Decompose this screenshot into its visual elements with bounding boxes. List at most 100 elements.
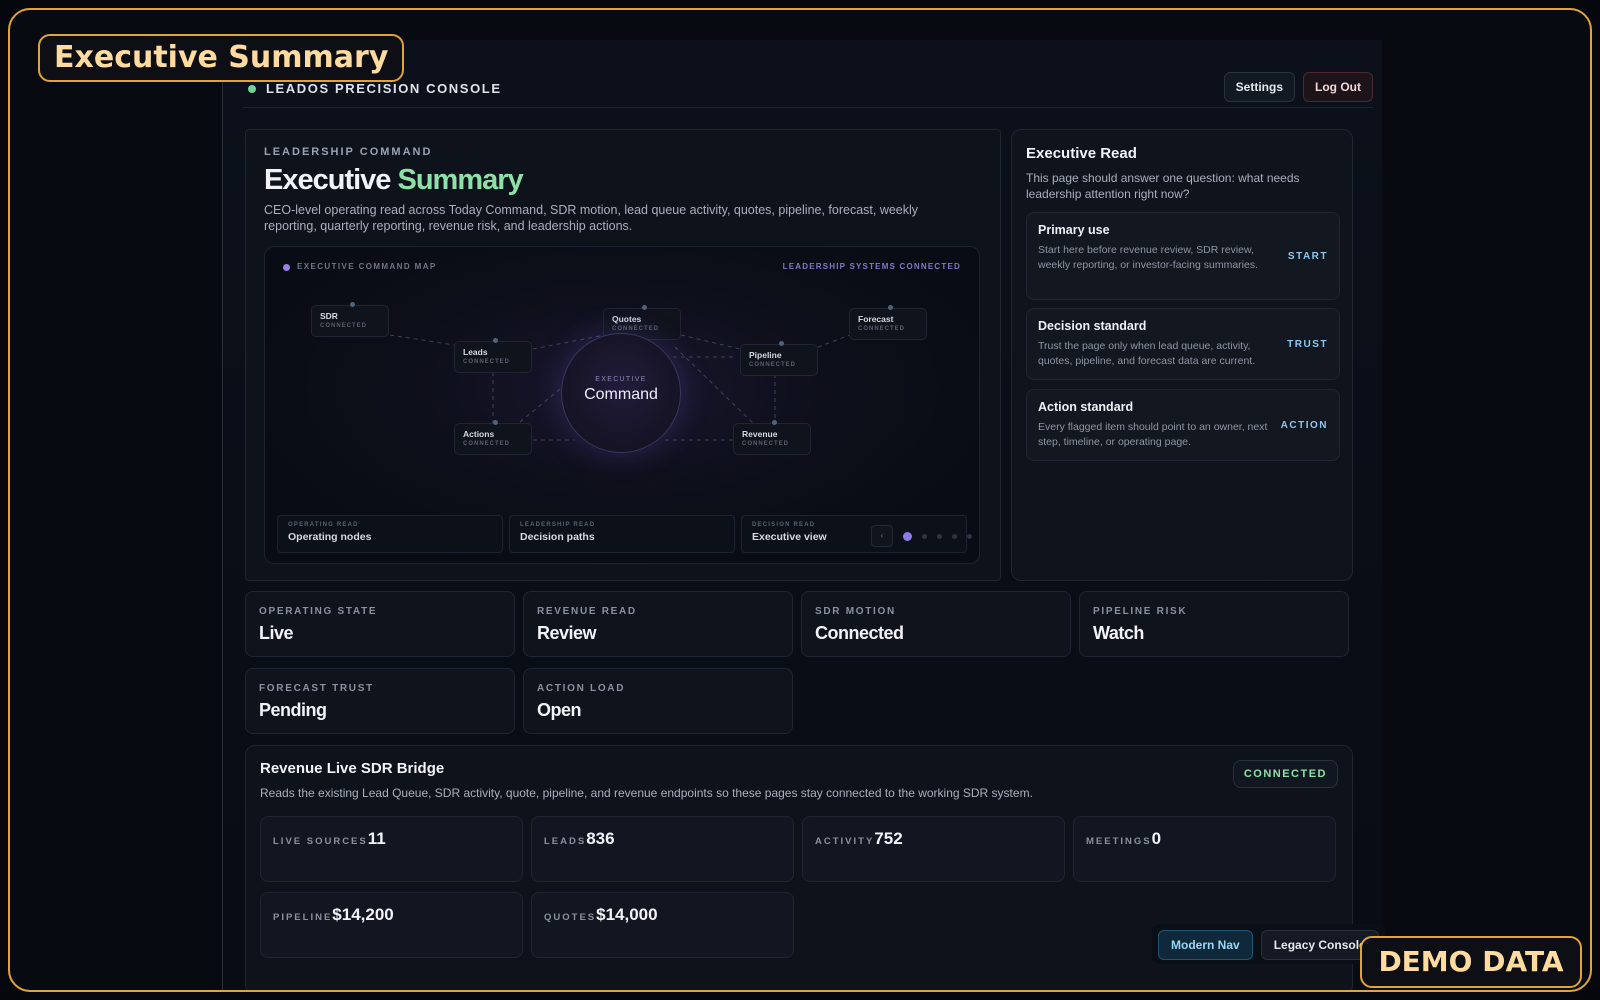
logout-button[interactable]: Log Out: [1303, 72, 1373, 102]
hero-eyebrow: LEADERSHIP COMMAND: [264, 146, 433, 158]
stat-value: Live: [259, 623, 294, 643]
metric-value: 836: [586, 829, 615, 848]
app-shell: LEADOS PRECISION CONSOLE Settings Log Ou…: [222, 40, 1382, 990]
map-node-forecast[interactable]: Forecast CONNECTED: [849, 305, 927, 340]
pager-dot[interactable]: [937, 533, 942, 539]
node-name: Actions: [463, 429, 495, 439]
footer-label: LEADERSHIP READ: [520, 522, 596, 528]
stat-revenue-read: REVENUE READ Review: [523, 591, 793, 657]
overlay-title-badge: Executive Summary: [38, 34, 405, 82]
card-action-standard[interactable]: Action standard Every flagged item shoul…: [1026, 389, 1340, 461]
metric-value: 752: [874, 829, 903, 848]
node-status: CONNECTED: [463, 441, 511, 447]
card-tag: TRUST: [1287, 339, 1328, 350]
node-anchor: [493, 420, 498, 425]
metric-value: $14,200: [332, 905, 394, 924]
read-description: This page should answer one question: wh…: [1026, 171, 1300, 201]
stat-label: FORECAST TRUST: [259, 683, 374, 694]
top-actions: Settings Log Out: [1223, 72, 1373, 102]
page-title: Executive Summary: [264, 164, 524, 197]
status-dot-icon: [248, 84, 256, 93]
metric-activity: ACTIVITY752: [802, 816, 1065, 882]
core-label: EXECUTIVE: [595, 376, 647, 383]
card-title: Action standard: [1038, 400, 1134, 414]
card-title: Decision standard: [1038, 319, 1147, 333]
map-footer-leadership: LEADERSHIP READ Decision paths: [509, 515, 735, 553]
stat-action-load: ACTION LOAD Open: [523, 668, 793, 734]
brand-name: LEADOS PRECISION CONSOLE: [266, 81, 502, 96]
node-name: Pipeline: [749, 350, 782, 360]
card-decision-standard[interactable]: Decision standard Trust the page only wh…: [1026, 308, 1340, 380]
node-anchor: [493, 338, 498, 343]
page-title-accent: Summary: [397, 164, 523, 196]
pager-dot[interactable]: [952, 533, 957, 539]
metric-quotes: QUOTES$14,000: [531, 892, 794, 958]
map-node-revenue[interactable]: Revenue CONNECTED: [733, 420, 811, 455]
map-node-pipeline[interactable]: Pipeline CONNECTED: [740, 341, 818, 376]
top-bar: LEADOS PRECISION CONSOLE Settings Log Ou…: [243, 70, 1373, 108]
stat-label: OPERATING STATE: [259, 606, 378, 617]
metric-label: ACTIVITY: [815, 836, 875, 847]
node-anchor: [642, 305, 647, 310]
stat-value: Watch: [1093, 623, 1144, 643]
nav-switcher: Modern Nav Legacy Console: [1152, 924, 1385, 964]
stat-label: SDR MOTION: [815, 606, 896, 617]
node-status: CONNECTED: [612, 326, 660, 332]
pager-dot[interactable]: [967, 533, 972, 539]
card-primary-use[interactable]: Primary use Start here before revenue re…: [1026, 212, 1340, 300]
node-anchor: [888, 305, 893, 310]
map-core-command[interactable]: EXECUTIVE Command: [561, 333, 681, 453]
card-tag: START: [1287, 251, 1328, 262]
stat-value: Review: [537, 623, 597, 643]
map-node-actions[interactable]: Actions CONNECTED: [454, 420, 532, 455]
card-body: Every flagged item should point to an ow…: [1038, 421, 1268, 448]
node-status: CONNECTED: [858, 326, 906, 332]
footer-value: Decision paths: [520, 531, 595, 543]
demo-data-badge: DEMO DATA: [1360, 936, 1582, 988]
node-name: Revenue: [742, 429, 778, 439]
stat-label: ACTION LOAD: [537, 683, 626, 694]
metric-label: LEADS: [544, 836, 587, 847]
node-status: CONNECTED: [749, 362, 797, 368]
metric-leads: LEADS836: [531, 816, 794, 882]
bridge-title: Revenue Live SDR Bridge: [260, 760, 445, 777]
card-body: Start here before revenue review, SDR re…: [1038, 244, 1258, 271]
executive-read-panel: Executive Read This page should answer o…: [1011, 129, 1353, 581]
node-anchor: [779, 341, 784, 346]
pager-prev-button[interactable]: ‹: [871, 525, 893, 547]
map-node-sdr[interactable]: SDR CONNECTED: [311, 302, 389, 337]
pager-dot[interactable]: [903, 531, 912, 541]
map-pager: ‹: [871, 525, 972, 547]
map-node-leads[interactable]: Leads CONNECTED: [454, 338, 532, 373]
window-frame: LEADOS PRECISION CONSOLE Settings Log Ou…: [8, 8, 1592, 992]
node-status: CONNECTED: [742, 441, 790, 447]
modern-nav-button[interactable]: Modern Nav: [1158, 930, 1253, 960]
stat-value: Pending: [259, 700, 327, 720]
hero-panel: LEADERSHIP COMMAND Executive Summary CEO…: [245, 129, 1001, 581]
node-name: Quotes: [612, 314, 642, 324]
metric-meetings: MEETINGS0: [1073, 816, 1336, 882]
page-title-main: Executive: [264, 164, 391, 196]
node-status: CONNECTED: [463, 359, 511, 365]
settings-button[interactable]: Settings: [1223, 72, 1296, 102]
map-footer-operating: OPERATING READ Operating nodes: [277, 515, 503, 553]
stat-pipeline-risk: PIPELINE RISK Watch: [1079, 591, 1349, 657]
metric-label: PIPELINE: [273, 912, 333, 923]
stat-label: PIPELINE RISK: [1093, 606, 1188, 617]
stat-value: Open: [537, 700, 582, 720]
card-title: Primary use: [1038, 223, 1110, 237]
card-body: Trust the page only when lead queue, act…: [1038, 340, 1256, 367]
status-badge: CONNECTED: [1232, 760, 1338, 788]
metric-label: LIVE SOURCES: [273, 836, 368, 847]
metric-pipeline: PIPELINE$14,200: [260, 892, 523, 958]
node-status: CONNECTED: [320, 323, 368, 329]
metric-label: MEETINGS: [1086, 836, 1152, 847]
read-title: Executive Read: [1026, 145, 1137, 162]
bridge-description: Reads the existing Lead Queue, SDR activ…: [260, 786, 1033, 800]
node-anchor: [350, 302, 355, 307]
pager-dot[interactable]: [922, 533, 927, 539]
card-tag: ACTION: [1280, 420, 1328, 431]
metric-value: 11: [367, 829, 386, 848]
footer-value: Operating nodes: [288, 531, 372, 543]
hero-description: CEO-level operating read across Today Co…: [264, 203, 919, 233]
